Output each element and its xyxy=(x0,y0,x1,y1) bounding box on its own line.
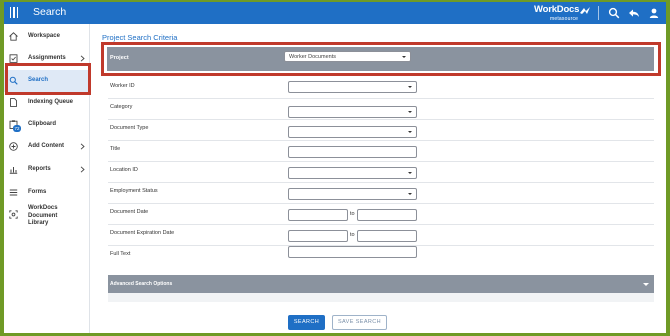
brand-wing-icon xyxy=(580,7,590,14)
document-date-from-input[interactable] xyxy=(288,209,348,221)
sidebar-item-label: WorkDocs Document Library xyxy=(28,205,58,226)
chevron-down-icon xyxy=(408,193,412,195)
add-circle-icon xyxy=(9,142,18,151)
sidebar-item-add-content[interactable]: Add Content xyxy=(4,136,90,158)
chevron-right-icon xyxy=(80,166,85,173)
sidebar-item-label: Clipboard xyxy=(28,121,56,127)
field-label: Location ID xyxy=(110,167,138,173)
location-id-select[interactable] xyxy=(288,167,417,179)
sidebar-item-workspace[interactable]: Workspace xyxy=(4,26,90,48)
clipboard-count-badge: 72 xyxy=(13,125,21,132)
chevron-down-icon xyxy=(408,172,412,174)
chart-icon xyxy=(9,167,18,174)
brand-name: WorkDocs xyxy=(534,4,580,15)
sidebar-item-label: Forms xyxy=(28,189,47,195)
field-label: Category xyxy=(110,104,133,110)
sidebar-item-label: Indexing Queue xyxy=(28,99,74,105)
sidebar-item-search[interactable]: Search xyxy=(4,70,90,92)
field-label: Document Date xyxy=(110,209,149,215)
section-heading: Project Search Criteria xyxy=(102,33,178,42)
field-row-category: Category xyxy=(108,99,654,120)
sidebar-item-assignments[interactable]: Assignments xyxy=(4,48,90,70)
project-highlight-box xyxy=(101,42,661,76)
page-title: Search xyxy=(33,6,67,18)
grid-menu-icon[interactable] xyxy=(10,7,18,18)
sidebar-item-forms[interactable]: Forms xyxy=(4,182,90,204)
chevron-right-icon xyxy=(80,55,85,62)
chevron-down-icon xyxy=(408,111,412,113)
search-icon xyxy=(9,76,18,85)
sidebar-item-document-library[interactable]: WorkDocs Document Library xyxy=(4,202,90,238)
library-icon xyxy=(9,210,18,219)
document-icon xyxy=(10,98,17,107)
sidebar-item-label: Assignments xyxy=(28,55,66,61)
field-row-employment-status: Employment Status xyxy=(108,183,654,204)
reply-icon[interactable] xyxy=(628,7,640,19)
field-label: Employment Status xyxy=(110,188,158,194)
advanced-search-toggle[interactable]: Advanced Search Options xyxy=(108,275,654,293)
field-row-document-date: Document Date to xyxy=(108,204,654,225)
panel-footer-gutter xyxy=(108,293,654,302)
document-date-to-input[interactable] xyxy=(357,209,417,221)
chevron-down-icon xyxy=(643,283,649,286)
field-row-document-type: Document Type xyxy=(108,120,654,141)
field-label: Full Text xyxy=(110,251,131,257)
document-type-select[interactable] xyxy=(288,126,417,138)
field-row-location-id: Location ID xyxy=(108,162,654,183)
search-icon[interactable] xyxy=(608,7,620,19)
full-text-input[interactable] xyxy=(288,246,417,258)
range-separator: to xyxy=(350,211,355,217)
app-window: Search WorkDocs metasource Workspace Ass… xyxy=(4,2,666,333)
sidebar-item-reports[interactable]: Reports xyxy=(4,159,90,181)
employment-status-select[interactable] xyxy=(288,188,417,200)
advanced-search-label: Advanced Search Options xyxy=(110,281,173,287)
field-row-worker-id: Worker ID xyxy=(108,78,654,99)
topbar-divider xyxy=(598,6,599,20)
sidebar-item-label: Search xyxy=(28,77,49,83)
search-button[interactable]: SEARCH xyxy=(288,315,325,330)
worker-id-select[interactable] xyxy=(288,81,417,93)
chevron-down-icon xyxy=(408,131,412,133)
top-bar: Search WorkDocs metasource xyxy=(4,2,666,24)
brand-logo: WorkDocs metasource xyxy=(534,4,594,22)
sidebar-item-indexing-queue[interactable]: Indexing Queue xyxy=(4,92,90,114)
clipboard-check-icon xyxy=(9,54,18,63)
brand-subtitle: metasource xyxy=(550,16,579,22)
search-criteria-panel: Project Search Criteria Project Worker D… xyxy=(96,30,664,333)
range-separator: to xyxy=(350,232,355,238)
field-row-title: Title xyxy=(108,141,654,162)
field-label: Title xyxy=(110,146,121,152)
field-label: Document Type xyxy=(110,125,149,131)
field-label: Document Expiration Date xyxy=(110,230,175,236)
sidebar: Workspace Assignments Search Indexing Qu… xyxy=(4,24,90,333)
field-row-document-expiration-date: Document Expiration Date to xyxy=(108,225,654,246)
sidebar-item-clipboard[interactable]: 72 Clipboard xyxy=(4,114,90,136)
save-search-button[interactable]: SAVE SEARCH xyxy=(332,315,387,330)
field-row-full-text: Full Text xyxy=(108,246,654,267)
home-icon xyxy=(9,32,18,41)
sidebar-item-label: Workspace xyxy=(28,33,60,39)
expiration-date-to-input[interactable] xyxy=(357,230,417,242)
field-label: Worker ID xyxy=(110,83,135,89)
chevron-down-icon xyxy=(408,86,412,88)
chevron-right-icon xyxy=(80,143,85,150)
title-input[interactable] xyxy=(288,146,417,158)
expiration-date-from-input[interactable] xyxy=(288,230,348,242)
sidebar-item-label: Add Content xyxy=(28,143,64,149)
category-select[interactable] xyxy=(288,106,417,118)
sidebar-item-label: Reports xyxy=(28,166,51,172)
user-icon[interactable] xyxy=(648,7,660,19)
list-icon xyxy=(9,189,18,196)
